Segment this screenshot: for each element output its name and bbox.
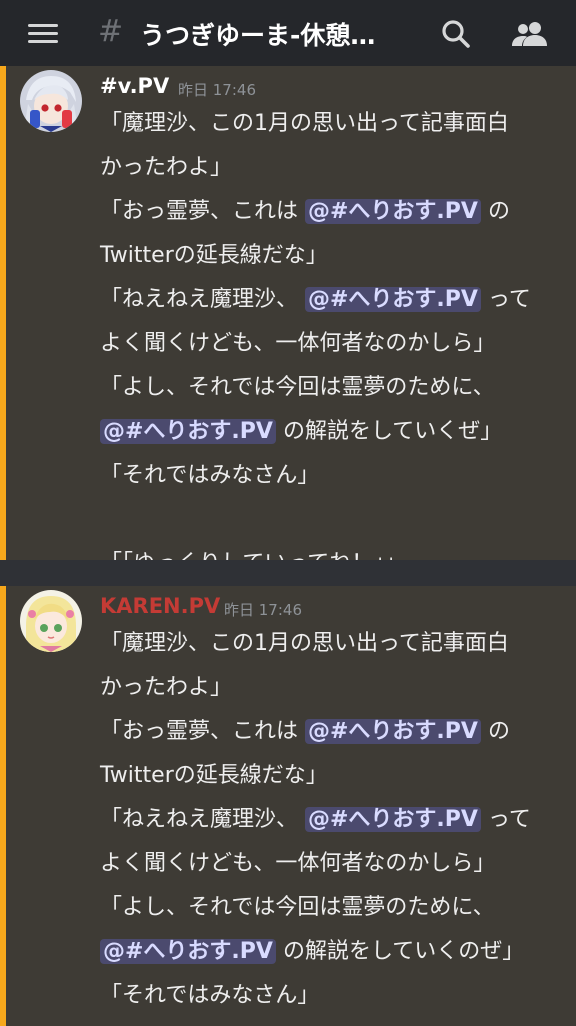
message-line: かったわよ」 (100, 146, 576, 190)
message-line: 「それではみなさん」 (100, 454, 576, 498)
message-text: の解説をしていくのぜ」 (275, 939, 525, 964)
message-text: って (480, 807, 531, 832)
message-timestamp: 昨日 17:46 (224, 601, 302, 619)
message-text: Twitterの延長線だな」 (100, 243, 328, 268)
search-icon[interactable] (440, 18, 472, 50)
message-text: 「おっ霊夢、これは (100, 719, 305, 744)
message-author[interactable]: KAREN.PV (100, 594, 220, 618)
user-mention[interactable]: @#へりおす.PV (305, 807, 481, 832)
message-line: 「おっ霊夢、これは @#へりおす.PV の (100, 710, 576, 754)
message-line: かったわよ」 (100, 666, 576, 710)
message-group: #v.PV 昨日 17:46 「魔理沙、この1月の思い出って記事面白 かったわよ」… (0, 66, 576, 576)
top-bar: # うつぎゆーま-休憩… (0, 0, 576, 67)
message-line: 「よし、それでは今回は霊夢のために、 (100, 366, 576, 410)
message-author[interactable]: #v.PV (100, 74, 169, 98)
message-text: よく聞くけども、一体何者なのかしら」 (100, 331, 496, 356)
message-text: 「魔理沙、この1月の思い出って記事面白 (100, 631, 509, 656)
message-text: かったわよ」 (100, 155, 233, 180)
hash-icon: # (98, 14, 124, 49)
message-text: の (480, 719, 510, 744)
message-line: よく聞くけども、一体何者なのかしら」 (100, 322, 576, 366)
message-text: 「よし、それでは今回は霊夢のために、 (100, 375, 495, 400)
avatar[interactable] (20, 590, 82, 652)
user-mention[interactable]: @#へりおす.PV (305, 719, 481, 744)
members-icon[interactable] (510, 18, 550, 50)
message-line: 「魔理沙、この1月の思い出って記事面白 (100, 102, 576, 146)
message-text: 「よし、それでは今回は霊夢のために、 (100, 895, 495, 920)
message-line: 「魔理沙、この1月の思い出って記事面白 (100, 622, 576, 666)
user-mention[interactable]: @#へりおす.PV (305, 199, 481, 224)
menu-icon[interactable] (28, 24, 58, 44)
message-text: 「それではみなさん」 (100, 463, 320, 488)
message-text: よく聞くけども、一体何者なのかしら」 (100, 851, 496, 876)
message-content: 「魔理沙、この1月の思い出って記事面白 かったわよ」「おっ霊夢、これは @#へりお… (100, 102, 576, 586)
message-line: 「ねえねえ魔理沙、 @#へりおす.PV って (100, 798, 576, 842)
user-mention[interactable]: @#へりおす.PV (305, 287, 481, 312)
message-text: の (480, 199, 510, 224)
message-line: 「おっ霊夢、これは @#へりおす.PV の (100, 190, 576, 234)
message-text: かったわよ」 (100, 675, 233, 700)
message-text: 「ねえねえ魔理沙、 (100, 287, 305, 312)
message-line (100, 498, 576, 542)
message-content: 「魔理沙、この1月の思い出って記事面白 かったわよ」「おっ霊夢、これは @#へりお… (100, 622, 576, 1018)
message-line: @#へりおす.PV の解説をしていくぜ」 (100, 410, 576, 454)
message-line: Twitterの延長線だな」 (100, 754, 576, 798)
message-text: 「おっ霊夢、これは (100, 199, 305, 224)
message-line: Twitterの延長線だな」 (100, 234, 576, 278)
group-divider (0, 560, 576, 586)
avatar[interactable] (20, 70, 82, 132)
user-mention[interactable]: @#へりおす.PV (100, 419, 276, 444)
message-feed[interactable]: #v.PV 昨日 17:46 「魔理沙、この1月の思い出って記事面白 かったわよ」… (0, 66, 576, 1026)
message-line: 「それではみなさん」 (100, 974, 576, 1018)
message-line: @#へりおす.PV の解説をしていくのぜ」 (100, 930, 576, 974)
message-text: の解説をしていくぜ」 (275, 419, 503, 444)
user-mention[interactable]: @#へりおす.PV (100, 939, 276, 964)
message-text: Twitterの延長線だな」 (100, 763, 328, 788)
channel-title: うつぎゆーま-休憩… (140, 21, 376, 50)
message-text: 「魔理沙、この1月の思い出って記事面白 (100, 111, 509, 136)
message-line: よく聞くけども、一体何者なのかしら」 (100, 842, 576, 886)
message-line: 「ねえねえ魔理沙、 @#へりおす.PV って (100, 278, 576, 322)
message-text: 「ねえねえ魔理沙、 (100, 807, 305, 832)
message-timestamp: 昨日 17:46 (178, 81, 256, 99)
message-line: 「よし、それでは今回は霊夢のために、 (100, 886, 576, 930)
message-text: って (480, 287, 531, 312)
message-group: KAREN.PV 昨日 17:46 「魔理沙、この1月の思い出って記事面白 かった… (0, 586, 576, 1026)
message-text: 「それではみなさん」 (100, 983, 320, 1008)
